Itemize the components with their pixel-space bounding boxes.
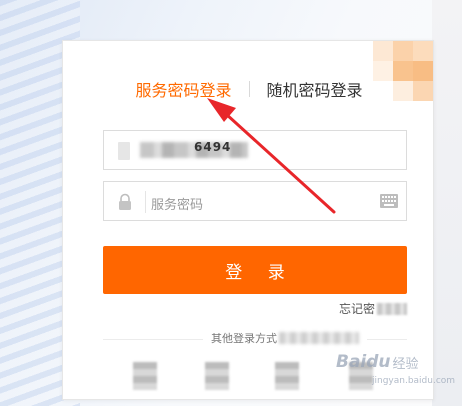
password-field[interactable]: 服务密码 bbox=[103, 181, 407, 221]
tab-divider bbox=[248, 81, 250, 97]
account-field[interactable]: 6494 bbox=[103, 130, 407, 170]
social-login-icon-3[interactable] bbox=[275, 362, 299, 390]
tab-service-password-login[interactable]: 服务密码登录 bbox=[135, 77, 231, 101]
forgot-password-label: 忘记密 bbox=[338, 302, 375, 316]
login-button[interactable]: 登 录 bbox=[103, 246, 407, 294]
watermark-brand: Baidu bbox=[336, 352, 391, 372]
lock-icon bbox=[119, 193, 131, 210]
other-login-blur bbox=[279, 332, 359, 344]
login-tabs: 服务密码登录 随机密码登录 bbox=[63, 75, 433, 103]
user-icon bbox=[118, 142, 130, 160]
forgot-password-link[interactable]: 忘记密 bbox=[339, 300, 407, 317]
account-value: 6494 bbox=[194, 140, 232, 154]
tab-random-password-login[interactable]: 随机密码登录 bbox=[267, 77, 363, 101]
watermark: Baidu 经验 bbox=[336, 352, 419, 372]
password-placeholder: 服务密码 bbox=[151, 198, 204, 213]
forgot-password-blur bbox=[377, 302, 407, 315]
field-separator bbox=[145, 191, 146, 213]
social-login-icon-1[interactable] bbox=[133, 362, 157, 390]
other-login-label: 其他登录方式 bbox=[211, 332, 277, 345]
watermark-suffix: 经验 bbox=[392, 356, 419, 372]
social-login-icon-2[interactable] bbox=[205, 362, 229, 390]
other-login-heading: 其他登录方式 bbox=[203, 330, 367, 346]
background-decoration-right bbox=[432, 0, 462, 406]
watermark-url: jingyan.baidu.com bbox=[372, 376, 456, 386]
login-card: 服务密码登录 随机密码登录 6494 服务密码 登 录 忘记密 其他登录方式 bbox=[62, 40, 434, 400]
keyboard-icon[interactable] bbox=[380, 194, 398, 208]
